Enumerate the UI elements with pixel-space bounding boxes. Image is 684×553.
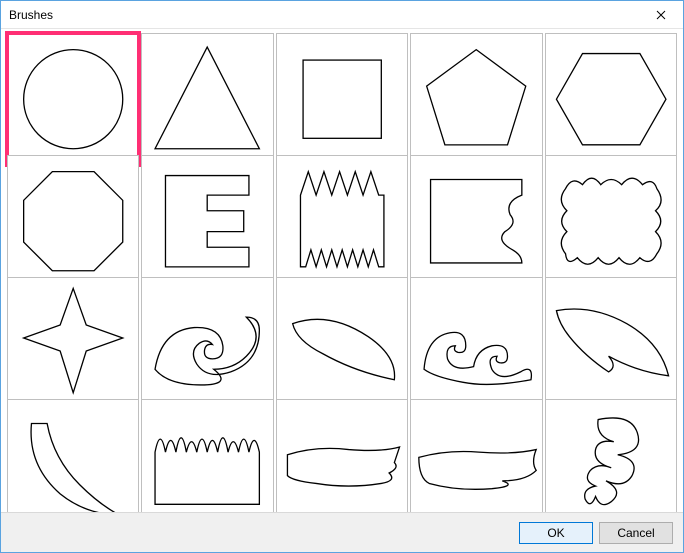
brush-thumb-wrap xyxy=(141,33,273,165)
brush-thumb-wrap xyxy=(410,399,542,512)
brush-thumb-wrap xyxy=(7,277,139,409)
brush-item[interactable]: HATCH-BRUSH-203 xyxy=(410,155,542,275)
brush-thumbnail xyxy=(141,33,273,165)
brush-thumbnail xyxy=(545,155,677,287)
window-title: Brushes xyxy=(9,8,639,22)
brush-item[interactable]: HATCH-BRUSH-104 xyxy=(410,33,542,153)
brush-thumbnail xyxy=(276,399,408,512)
brush-thumb-wrap xyxy=(141,155,273,287)
brush-thumb-wrap xyxy=(276,399,408,512)
titlebar: Brushes xyxy=(1,1,683,29)
brush-thumbnail xyxy=(410,399,542,512)
brush-item[interactable]: HATCH-BRUSH-106 xyxy=(7,155,139,275)
brush-thumb-wrap xyxy=(7,33,139,165)
brush-item[interactable]: HATCH-BRUSH-101 xyxy=(7,33,139,153)
brush-grid: HATCH-BRUSH-101HATCH-BRUSH-102HATCH-BRUS… xyxy=(7,33,677,512)
brush-item[interactable]: HATCH-BRUSH-503 xyxy=(545,399,677,512)
brush-item[interactable]: HATCH-BRUSH-202 xyxy=(276,155,408,275)
brush-item[interactable]: HATCH-BRUSH-304 xyxy=(410,277,542,397)
close-button[interactable] xyxy=(639,1,683,29)
brush-thumb-wrap xyxy=(545,399,677,512)
brush-thumb-wrap xyxy=(545,155,677,287)
brush-thumbnail xyxy=(276,277,408,409)
brush-item[interactable]: HATCH-BRUSH-105 xyxy=(545,33,677,153)
brush-thumbnail xyxy=(7,277,139,409)
brush-thumbnail xyxy=(276,155,408,287)
brush-thumbnail xyxy=(141,155,273,287)
brush-thumbnail xyxy=(141,399,273,512)
brush-item[interactable]: HATCH-BRUSH-303 xyxy=(276,277,408,397)
brush-item[interactable]: HATCH-BRUSH-103 xyxy=(276,33,408,153)
brush-thumbnail xyxy=(141,277,273,409)
brush-thumb-wrap xyxy=(410,155,542,287)
brush-thumb-wrap xyxy=(141,277,273,409)
brush-thumbnail xyxy=(7,155,139,287)
cancel-button[interactable]: Cancel xyxy=(599,522,673,544)
brush-thumbnail xyxy=(276,33,408,165)
brush-item[interactable]: HATCH-BRUSH-501 xyxy=(276,399,408,512)
close-icon xyxy=(656,10,666,20)
brush-thumb-wrap xyxy=(7,399,139,512)
brush-thumb-wrap xyxy=(410,277,542,409)
brush-item[interactable]: HATCH-BRUSH-306 xyxy=(7,399,139,512)
brush-thumb-wrap xyxy=(276,155,408,287)
brush-thumb-wrap xyxy=(545,277,677,409)
brush-item[interactable]: HATCH-BRUSH-401 xyxy=(141,399,273,512)
brush-thumbnail xyxy=(410,277,542,409)
brush-item[interactable]: HATCH-BRUSH-204 xyxy=(545,155,677,275)
brushes-dialog: Brushes HATCH-BRUSH-101HATCH-BRUSH-102HA… xyxy=(0,0,684,553)
brush-thumbnail xyxy=(7,399,139,512)
brush-thumb-wrap xyxy=(276,33,408,165)
brush-thumb-wrap xyxy=(545,33,677,165)
brush-thumb-wrap xyxy=(141,399,273,512)
brush-item[interactable]: HATCH-BRUSH-102 xyxy=(141,33,273,153)
brush-thumbnail xyxy=(7,33,139,165)
brush-thumbnail xyxy=(410,33,542,165)
brush-thumbnail xyxy=(545,277,677,409)
ok-button[interactable]: OK xyxy=(519,522,593,544)
brush-item[interactable]: HATCH-BRUSH-201 xyxy=(141,155,273,275)
brush-thumbnail xyxy=(545,399,677,512)
content-area: HATCH-BRUSH-101HATCH-BRUSH-102HATCH-BRUS… xyxy=(1,29,683,512)
brush-item[interactable]: HATCH-BRUSH-301 xyxy=(7,277,139,397)
brush-item[interactable]: HATCH-BRUSH-502 xyxy=(410,399,542,512)
brush-item[interactable]: HATCH-BRUSH-305 xyxy=(545,277,677,397)
brush-thumb-wrap xyxy=(7,155,139,287)
brush-thumbnail xyxy=(410,155,542,287)
brush-thumb-wrap xyxy=(410,33,542,165)
brush-item[interactable]: HATCH-BRUSH-302 xyxy=(141,277,273,397)
brush-thumb-wrap xyxy=(276,277,408,409)
dialog-footer: OK Cancel xyxy=(1,512,683,552)
brush-thumbnail xyxy=(545,33,677,165)
